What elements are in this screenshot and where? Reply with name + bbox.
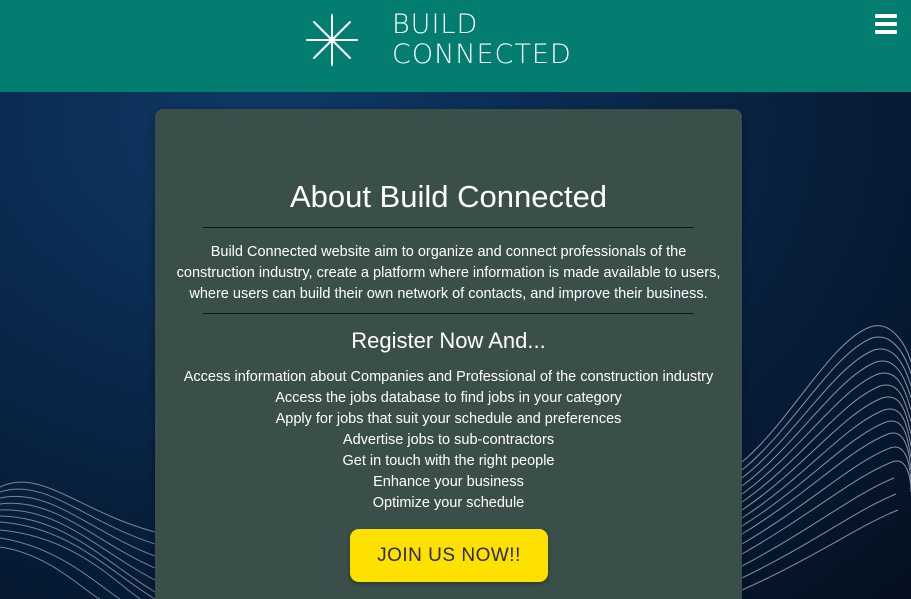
about-description: Build Connected website aim to organize … (176, 244, 721, 302)
register-heading: Register Now And... (351, 328, 546, 353)
logo-wordmark: BUILD CONNECTED (392, 10, 572, 70)
benefit-item: Get in touch with the right people (342, 453, 555, 469)
logo-line-connected: CONNECTED (392, 39, 572, 70)
benefit-item: Access information about Companies and P… (183, 369, 714, 385)
divider-top (203, 227, 694, 228)
benefit-item: Apply for jobs that suit your schedule a… (275, 411, 622, 427)
site-header: BUILD CONNECTED (0, 0, 911, 92)
benefit-item: Optimize your schedule (372, 495, 525, 511)
logo-line-build: BUILD (392, 9, 479, 40)
benefit-item: Enhance your business (373, 474, 524, 490)
page-title: About Build Connected (289, 179, 608, 214)
asterisk-star-icon (306, 14, 358, 66)
benefit-item: Advertise jobs to sub-contractors (342, 432, 555, 448)
site-logo[interactable]: BUILD CONNECTED (305, 10, 572, 70)
about-card: About Build Connected Build Connected we… (155, 109, 742, 599)
join-us-button[interactable]: JOIN US NOW!! (350, 529, 548, 582)
benefits-list: Access information about Companies and P… (155, 367, 742, 514)
benefit-item: Access the jobs database to find jobs in… (275, 390, 622, 406)
divider-bottom (203, 313, 694, 314)
hamburger-menu-icon[interactable] (875, 14, 897, 34)
